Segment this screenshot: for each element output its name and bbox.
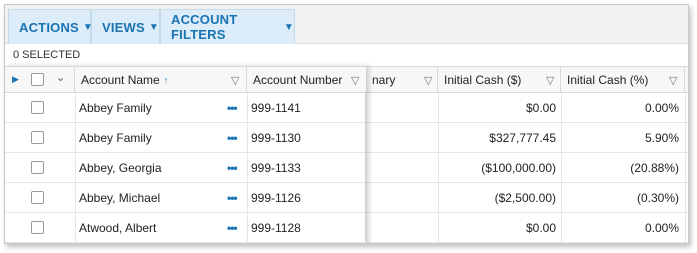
account-name-cell[interactable]: Abbey Family bbox=[79, 93, 152, 122]
initial-cash-pct-cell: (20.88%) bbox=[630, 160, 679, 175]
column-header-account-name[interactable]: Account Name ↑ ▽ bbox=[75, 67, 247, 92]
column-label: Account Name bbox=[81, 72, 160, 87]
account-filters-label: ACCOUNT FILTERS bbox=[171, 12, 238, 42]
caret-right-icon[interactable]: ▶ bbox=[5, 67, 27, 92]
column-header-account-number[interactable]: Account Number ▽ bbox=[247, 67, 366, 92]
accounts-grid-panel: ACTIONS ▼ VIEWS ▼ ACCOUNT FILTERS ▼ 0 SE… bbox=[4, 4, 689, 244]
initial-cash-cell: $0.00 bbox=[525, 220, 556, 235]
column-header-summary[interactable]: nary ▽ bbox=[366, 67, 438, 92]
column-header-initial-cash[interactable]: Initial Cash ($) ▽ bbox=[438, 67, 561, 92]
views-label: VIEWS bbox=[102, 19, 145, 35]
column-label: Account Number bbox=[253, 72, 343, 87]
views-button[interactable]: VIEWS ▼ bbox=[91, 9, 160, 44]
frozen-header: ▶ ⌄ Account Name ↑ ▽ Account Number ▽ bbox=[5, 66, 366, 93]
chevron-down-icon: ▼ bbox=[148, 21, 160, 33]
chevron-down-icon: ▼ bbox=[283, 21, 294, 33]
column-header-initial-cash-pct[interactable]: Initial Cash (%) ▽ bbox=[561, 67, 685, 92]
sort-ascending-icon[interactable]: ↑ bbox=[164, 75, 169, 85]
account-number-cell: 999-1130 bbox=[251, 130, 301, 145]
accounts-table: nary ▽ Initial Cash ($) ▽ Initial Cash (… bbox=[5, 66, 688, 243]
row-checkbox[interactable] bbox=[31, 191, 44, 204]
ellipsis-icon[interactable]: ••• bbox=[227, 93, 238, 122]
row-checkbox[interactable] bbox=[31, 221, 44, 234]
initial-cash-pct-cell: 0.00% bbox=[644, 100, 679, 115]
initial-cash-cell: ($100,000.00) bbox=[481, 160, 556, 175]
funnel-icon[interactable]: ▽ bbox=[669, 74, 677, 87]
table-row-frozen[interactable]: Abbey Family ••• 999-1141 bbox=[5, 93, 366, 123]
row-checkbox[interactable] bbox=[31, 131, 44, 144]
select-all-cell: ⌄ bbox=[27, 67, 75, 92]
actions-label: ACTIONS bbox=[19, 19, 79, 35]
account-number-cell: 999-1126 bbox=[251, 190, 301, 205]
table-row-frozen[interactable]: Abbey, Georgia ••• 999-1133 bbox=[5, 153, 366, 183]
ellipsis-icon[interactable]: ••• bbox=[227, 213, 238, 242]
table-row-frozen[interactable]: Abbey Family ••• 999-1130 bbox=[5, 123, 366, 153]
initial-cash-cell: $327,777.45 bbox=[489, 130, 556, 145]
funnel-icon[interactable]: ▽ bbox=[424, 74, 432, 87]
toolbar: ACTIONS ▼ VIEWS ▼ ACCOUNT FILTERS ▼ bbox=[5, 5, 688, 44]
account-name-cell[interactable]: Abbey, Georgia bbox=[79, 153, 162, 182]
row-checkbox[interactable] bbox=[31, 161, 44, 174]
account-number-cell: 999-1128 bbox=[251, 220, 301, 235]
table-row-frozen[interactable]: Abbey, Michael ••• 999-1126 bbox=[5, 183, 366, 213]
account-number-cell: 999-1133 bbox=[251, 160, 301, 175]
table-row-frozen[interactable]: Atwood, Albert ••• 999-1128 bbox=[5, 213, 366, 243]
initial-cash-pct-cell: 0.00% bbox=[644, 220, 679, 235]
select-all-checkbox[interactable] bbox=[31, 73, 44, 86]
column-label: Initial Cash (%) bbox=[567, 72, 649, 87]
funnel-icon[interactable]: ▽ bbox=[546, 74, 554, 87]
account-name-cell[interactable]: Abbey, Michael bbox=[79, 183, 160, 212]
account-name-cell[interactable]: Abbey Family bbox=[79, 123, 152, 152]
initial-cash-pct-cell: 5.90% bbox=[644, 130, 679, 145]
chevron-down-icon[interactable]: ⌄ bbox=[56, 71, 65, 84]
account-filters-button[interactable]: ACCOUNT FILTERS ▼ bbox=[160, 9, 295, 44]
frozen-columns: ▶ ⌄ Account Name ↑ ▽ Account Number ▽ Ab… bbox=[5, 66, 366, 243]
ellipsis-icon[interactable]: ••• bbox=[227, 153, 238, 182]
ellipsis-icon[interactable]: ••• bbox=[227, 183, 238, 212]
funnel-icon[interactable]: ▽ bbox=[351, 74, 359, 87]
ellipsis-icon[interactable]: ••• bbox=[227, 123, 238, 152]
column-label: nary bbox=[372, 72, 396, 87]
column-label: Initial Cash ($) bbox=[444, 72, 522, 87]
account-number-cell: 999-1141 bbox=[251, 100, 301, 115]
account-name-cell[interactable]: Atwood, Albert bbox=[79, 213, 156, 242]
actions-button[interactable]: ACTIONS ▼ bbox=[8, 9, 93, 44]
initial-cash-cell: $0.00 bbox=[525, 100, 556, 115]
initial-cash-pct-cell: (0.30%) bbox=[636, 190, 679, 205]
selection-count: 0 SELECTED bbox=[13, 49, 81, 61]
row-checkbox[interactable] bbox=[31, 101, 44, 114]
initial-cash-cell: ($2,500.00) bbox=[494, 190, 556, 205]
funnel-icon[interactable]: ▽ bbox=[231, 74, 239, 87]
